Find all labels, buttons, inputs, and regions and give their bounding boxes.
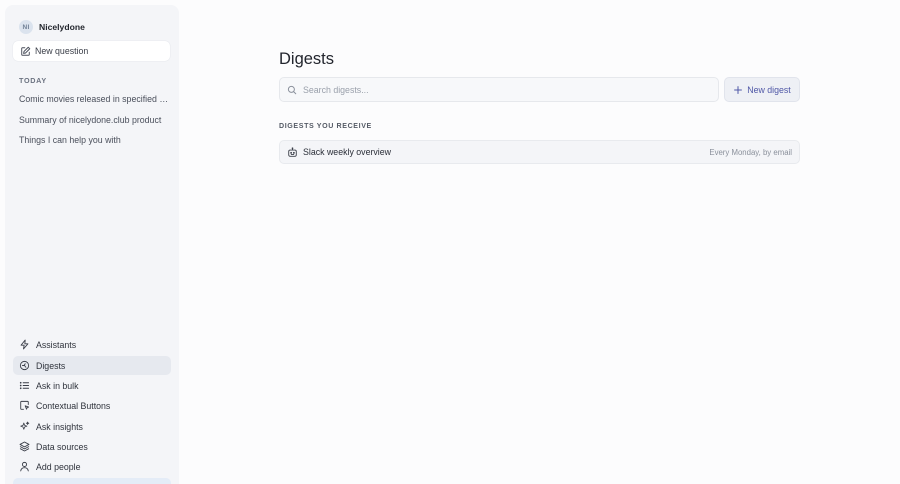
new-digest-button[interactable]: New digest <box>724 77 800 102</box>
sidebar-item-label: Ask insights <box>36 421 83 432</box>
history-section-label: TODAY <box>19 76 47 85</box>
new-question-button[interactable]: New question <box>13 41 170 61</box>
search-icon <box>287 85 297 94</box>
sidebar-item-contextual-buttons[interactable]: Contextual Buttons <box>13 396 171 415</box>
new-digest-label: New digest <box>747 84 791 95</box>
cursor-box-icon <box>20 400 30 410</box>
workspace-switcher[interactable]: NI Nicelydone <box>19 16 85 38</box>
person-icon <box>20 461 29 472</box>
edit-icon <box>21 46 31 56</box>
list-icon <box>19 381 30 390</box>
sidebar-item-assistants[interactable]: Assistants <box>13 335 171 354</box>
sidebar-item-data-sources[interactable]: Data sources <box>13 437 171 456</box>
plus-icon <box>734 85 743 94</box>
history-item[interactable]: Summary of nicelydone.club product <box>19 115 169 125</box>
app: NI Nicelydone New question TODAY Comic m… <box>0 0 900 484</box>
sidebar-item-digests[interactable]: Digests <box>13 356 171 375</box>
search-box[interactable] <box>279 77 719 102</box>
search-input[interactable] <box>303 84 703 95</box>
sidebar-item-label: Ask in bulk <box>36 380 79 391</box>
robot-icon <box>288 146 297 157</box>
sidebar-footer-item[interactable] <box>13 478 171 484</box>
digest-schedule: Every Monday, by email <box>709 147 792 157</box>
sidebar-item-add-people[interactable]: Add people <box>13 457 171 476</box>
sparkles-icon <box>20 421 30 430</box>
workspace-name: Nicelydone <box>39 22 85 32</box>
digest-name: Slack weekly overview <box>303 147 391 157</box>
sidebar-item-label: Data sources <box>36 441 88 452</box>
sidebar-item-ask-in-bulk[interactable]: Ask in bulk <box>13 376 171 395</box>
layers-icon <box>19 441 30 452</box>
digest-icon <box>19 360 30 371</box>
digest-row[interactable]: Slack weekly overview Every Monday, by e… <box>279 140 800 164</box>
sidebar-item-label: Add people <box>36 461 81 472</box>
sidebar: NI Nicelydone New question TODAY Comic m… <box>5 5 179 484</box>
workspace-avatar: NI <box>19 20 33 34</box>
history-item[interactable]: Comic movies released in specified d... <box>19 94 169 104</box>
section-heading: DIGESTS YOU RECEIVE <box>279 122 372 130</box>
sidebar-item-ask-insights[interactable]: Ask insights <box>13 417 171 436</box>
sidebar-item-label: Contextual Buttons <box>36 400 111 411</box>
page-title: Digests <box>279 50 335 68</box>
history-item[interactable]: Things I can help you with <box>19 135 169 145</box>
sidebar-item-label: Assistants <box>36 339 77 350</box>
sidebar-item-label: Digests <box>36 360 66 371</box>
lightning-icon <box>20 339 29 350</box>
new-question-label: New question <box>35 46 89 56</box>
